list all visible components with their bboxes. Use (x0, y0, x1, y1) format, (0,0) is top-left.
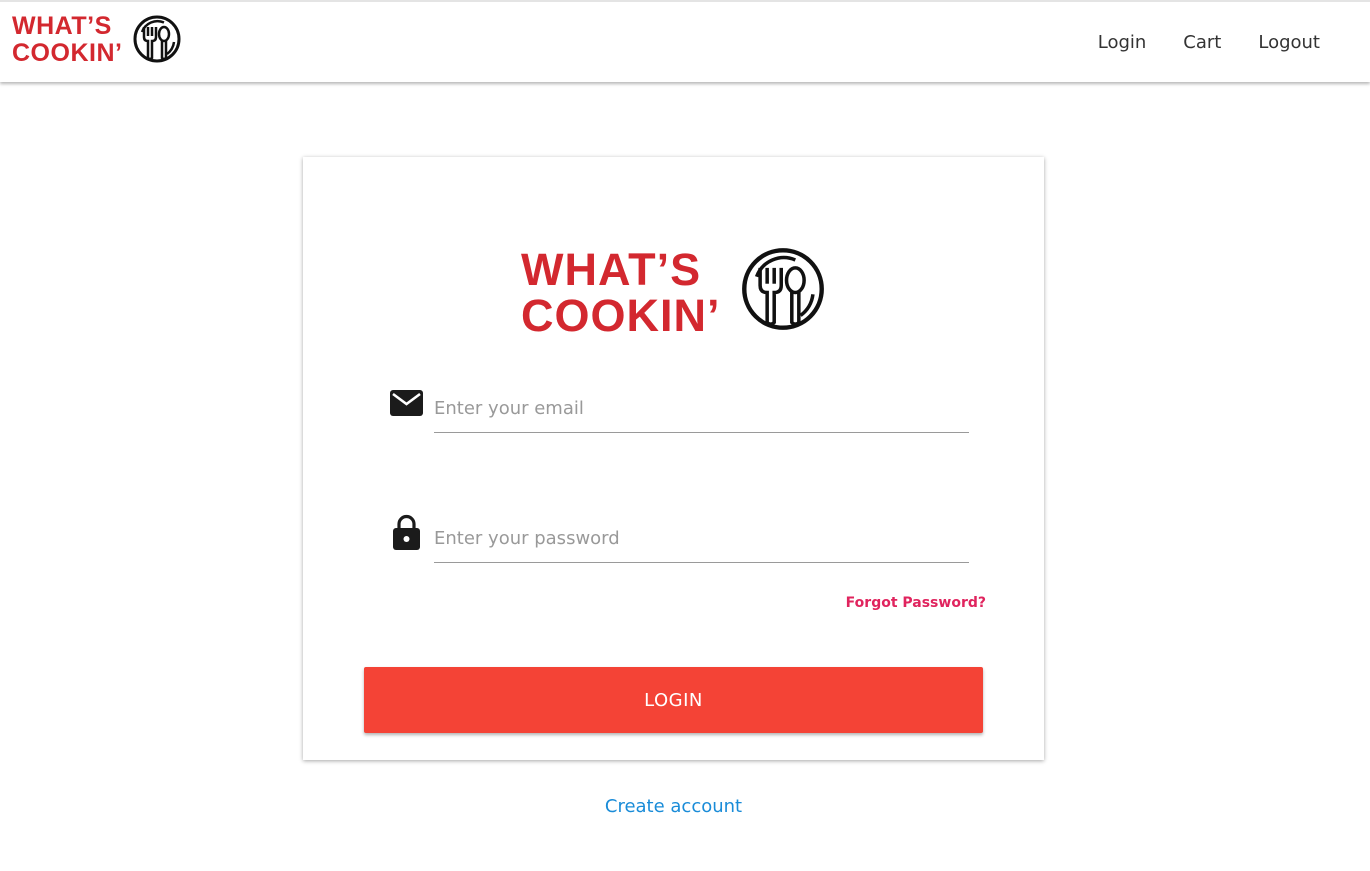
password-field-wrapper (434, 514, 969, 563)
card-logo-line1: WHAT’S (521, 244, 702, 295)
brand-logo-line2: COOKIN’ (12, 39, 123, 67)
top-navbar: WHAT’S COOKIN’ Login Cart Logout (0, 0, 1370, 82)
nav-link-login[interactable]: Login (1098, 32, 1147, 53)
email-input[interactable] (434, 384, 969, 432)
forgot-password-link[interactable]: Forgot Password? (846, 595, 986, 611)
envelope-icon (390, 390, 423, 416)
lock-icon (393, 514, 420, 550)
login-card: WHAT’S COOKIN’ Forgot Password? LOGIN (303, 157, 1044, 760)
login-button[interactable]: LOGIN (364, 667, 983, 733)
plate-fork-spoon-icon (133, 15, 181, 63)
password-input[interactable] (434, 514, 969, 562)
create-account-link[interactable]: Create account (605, 796, 742, 817)
brand-logo[interactable]: WHAT’S COOKIN’ (12, 12, 184, 70)
card-brand-logo: WHAT’S COOKIN’ (521, 241, 831, 341)
email-field-wrapper (434, 384, 969, 433)
plate-fork-spoon-icon (742, 248, 824, 330)
nav-link-cart[interactable]: Cart (1183, 32, 1221, 53)
brand-logo-line1: WHAT’S (12, 12, 112, 40)
nav-links: Login Cart Logout (1061, 32, 1320, 53)
nav-link-logout[interactable]: Logout (1258, 32, 1320, 53)
card-logo-line2: COOKIN’ (521, 290, 721, 341)
create-account-row: Create account (0, 796, 1347, 817)
